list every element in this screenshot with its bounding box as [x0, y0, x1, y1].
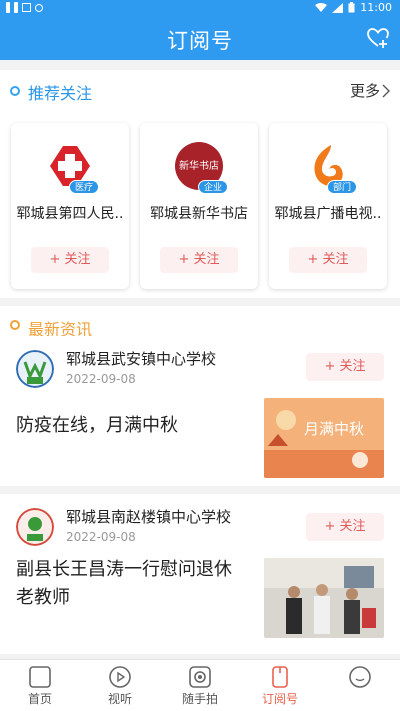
tab-label: 首页 — [27, 692, 52, 706]
play-icon — [109, 666, 131, 688]
news-item[interactable]: 郓城县南赵楼镇中心学校 2022-09-08 + 关注 副县长王昌涛一行慰问退休… — [0, 494, 400, 654]
recommend-card[interactable]: 新华书店 企业 郓城县新华书店 + 关注 — [140, 123, 258, 289]
recommend-dot-icon — [10, 86, 20, 96]
account-name: 郓城县新华书店 — [150, 206, 248, 222]
status-notifications: ​ ​ — [6, 2, 43, 13]
bottom-tab-bar: 首页 视听 随手拍 订阅号 — [0, 659, 400, 711]
camera-icon — [189, 666, 211, 688]
app-header: 订阅号 — [0, 16, 400, 60]
school-avatar-icon — [16, 350, 54, 388]
image-notification-icon — [22, 3, 31, 12]
follow-button[interactable]: + 关注 — [31, 247, 109, 273]
category-badge: 医疗 — [69, 180, 100, 194]
news-headline[interactable]: 副县长王昌涛一行慰问退休老教师 — [16, 556, 246, 612]
tab-label: 订阅号 — [261, 692, 298, 706]
add-heart-icon[interactable] — [366, 26, 390, 50]
recommend-title: 推荐关注 — [28, 84, 93, 103]
school-avatar-icon — [16, 508, 54, 546]
recommend-card[interactable]: 医疗 郓城县第四人民.. + 关注 — [11, 123, 129, 289]
news-source: 郓城县南赵楼镇中心学校 — [66, 508, 232, 526]
svg-text:月满中秋: 月满中秋 — [304, 420, 364, 438]
tab-label: 视听 — [107, 692, 132, 706]
notification-badge-icon: ​ — [6, 2, 10, 13]
news-thumbnail: 月满中秋 — [264, 398, 384, 478]
wifi-icon — [315, 2, 328, 12]
tab-video[interactable]: 视听 — [80, 660, 160, 711]
follow-button[interactable]: + 关注 — [306, 513, 384, 541]
tab-home[interactable]: 首页 — [0, 660, 80, 711]
news-source: 郓城县武安镇中心学校 — [66, 350, 217, 368]
news-date: 2022-09-08 — [66, 372, 136, 386]
tab-subscription[interactable]: 订阅号 — [240, 660, 320, 711]
location-notification-icon — [35, 3, 43, 12]
account-name: 郓城县第四人民.. — [16, 206, 124, 222]
follow-button[interactable]: + 关注 — [289, 247, 367, 273]
more-label: 更多 — [349, 82, 380, 100]
tab-profile[interactable] — [320, 660, 400, 711]
news-item[interactable]: 郓城县武安镇中心学校 2022-09-08 + 关注 防疫在线，月满中秋 月满中… — [0, 336, 400, 486]
tab-label: 随手拍 — [181, 692, 218, 706]
account-name: 郓城县广播电视.. — [274, 206, 382, 222]
follow-button[interactable]: + 关注 — [306, 353, 384, 381]
status-bar: ​ ​ 11:00 — [0, 0, 400, 16]
status-right: 11:00 — [315, 1, 392, 14]
news-date: 2022-09-08 — [66, 530, 136, 544]
page-title: 订阅号 — [167, 29, 233, 53]
subscription-icon — [272, 666, 288, 688]
follow-button[interactable]: + 关注 — [160, 247, 238, 273]
more-link[interactable]: 更多 — [350, 80, 390, 101]
home-icon — [29, 666, 51, 688]
battery-icon — [348, 2, 355, 13]
svg-text:新华书店: 新华书店 — [179, 159, 219, 172]
chevron-right-icon — [382, 84, 390, 97]
category-badge: 部门 — [327, 180, 358, 194]
status-time: 11:00 — [360, 1, 392, 14]
recommend-card[interactable]: 部门 郓城县广播电视.. + 关注 — [269, 123, 387, 289]
category-badge: 企业 — [198, 180, 229, 194]
tab-snapshot[interactable]: 随手拍 — [160, 660, 240, 711]
news-thumbnail — [264, 558, 384, 638]
signal-icon — [332, 2, 344, 13]
profile-icon — [349, 666, 371, 688]
notification-badge-icon: ​ — [14, 2, 18, 13]
news-headline[interactable]: 防疫在线，月满中秋 — [16, 412, 246, 440]
news-dot-icon — [10, 320, 20, 330]
